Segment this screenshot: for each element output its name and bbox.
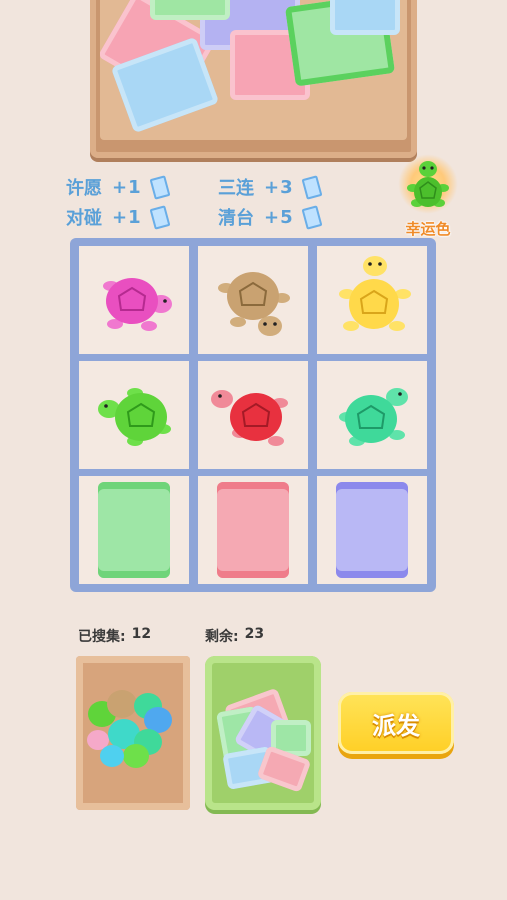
reward-pair: 对碰 +1 — [66, 204, 171, 230]
reward-name: 三连 — [218, 178, 254, 199]
remaining-label: 剩余: — [205, 629, 239, 645]
grid-slot[interactable] — [198, 246, 308, 354]
turtle-icon — [407, 161, 449, 207]
turtle-icon — [98, 388, 171, 446]
reward-amount: +1 — [112, 206, 142, 228]
turtle-icon — [339, 256, 411, 331]
turtle-icon — [218, 272, 290, 336]
turtle-icon — [339, 388, 408, 446]
reward-triple: 三连 +3 — [218, 174, 323, 200]
reward-amount: +1 — [112, 176, 142, 198]
reward-amount: +3 — [264, 176, 294, 198]
send-button[interactable]: 派发 — [338, 692, 454, 754]
packet-box[interactable] — [205, 656, 321, 810]
reward-list: 许愿 +1 三连 +3 对碰 +1 清台 +5 — [66, 174, 366, 234]
packet-tray-inner — [100, 0, 407, 140]
packet — [150, 0, 230, 20]
remaining-value: 23 — [244, 626, 265, 642]
lucky-color-badge[interactable]: 幸运色 — [392, 152, 464, 238]
packet — [217, 482, 289, 578]
collected-label: 已搜集: — [78, 629, 126, 645]
packet-icon — [301, 204, 323, 230]
collected-count: 已搜集: 12 — [78, 626, 151, 646]
grid-slot[interactable] — [198, 476, 308, 584]
packet — [98, 482, 170, 578]
grid-slot[interactable] — [317, 246, 427, 354]
grid-slot[interactable] — [198, 361, 308, 469]
packet-tray — [90, 0, 417, 158]
turtle-icon — [211, 390, 288, 446]
reward-name: 对碰 — [66, 208, 102, 229]
collected-value: 12 — [131, 626, 152, 642]
grid-slot[interactable] — [79, 361, 189, 469]
turtle-icon — [103, 278, 172, 331]
grid-slot[interactable] — [79, 476, 189, 584]
reward-name: 清台 — [218, 208, 254, 229]
reward-amount: +5 — [264, 206, 294, 228]
turtle-pile — [87, 690, 172, 768]
packet-icon — [149, 204, 171, 230]
packet — [330, 0, 400, 35]
grid-slot[interactable] — [317, 361, 427, 469]
grid-slot[interactable] — [317, 476, 427, 584]
reward-clear: 清台 +5 — [218, 204, 323, 230]
collected-turtles-box[interactable] — [76, 656, 190, 810]
packet — [336, 482, 408, 578]
reward-name: 许愿 — [66, 178, 102, 199]
slot-grid — [70, 238, 436, 592]
remaining-count: 剩余: 23 — [205, 626, 264, 646]
packet-icon — [149, 174, 171, 200]
reward-wish: 许愿 +1 — [66, 174, 171, 200]
packet-icon — [301, 174, 323, 200]
lucky-color-label: 幸运色 — [405, 220, 451, 238]
grid-slot[interactable] — [79, 246, 189, 354]
